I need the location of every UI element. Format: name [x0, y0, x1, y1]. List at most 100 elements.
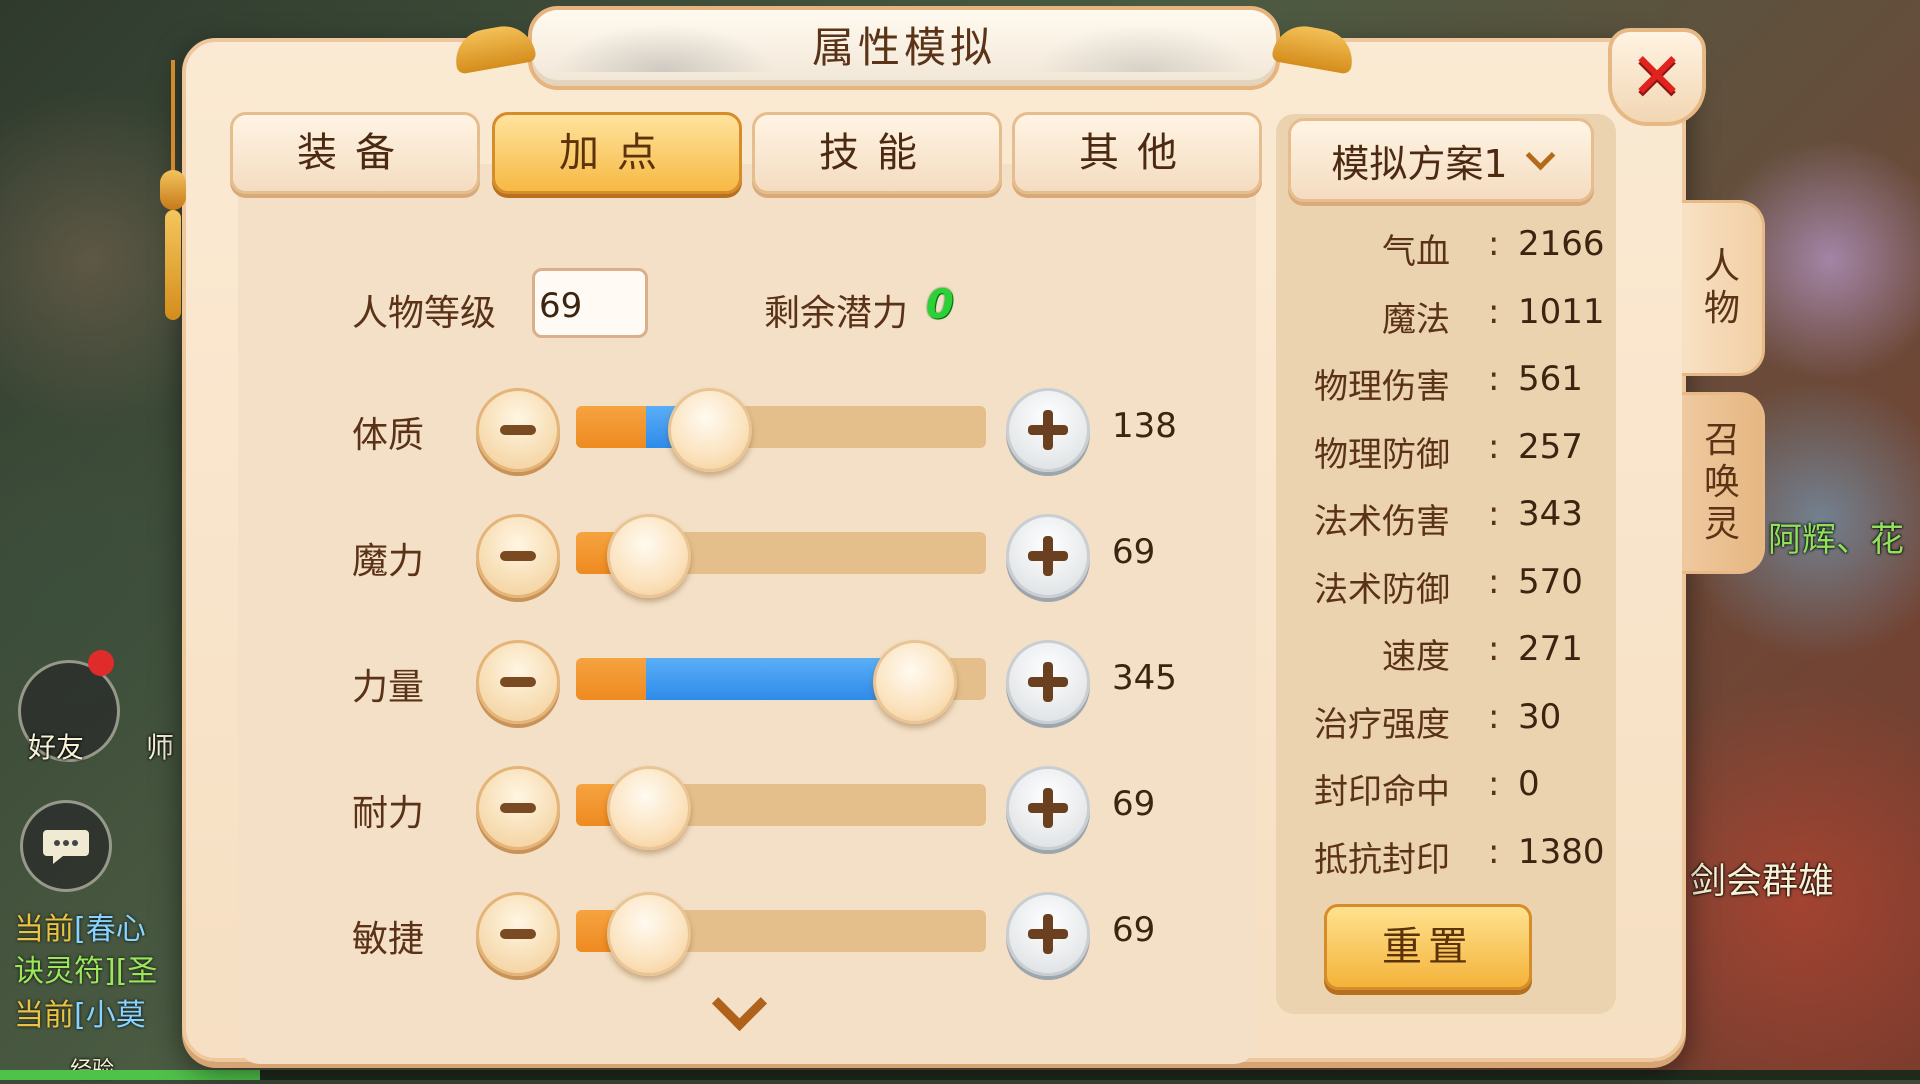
increase-button[interactable] — [1006, 892, 1090, 976]
increase-button[interactable] — [1006, 640, 1090, 724]
slider-handle[interactable] — [607, 514, 691, 598]
attribute-slider[interactable] — [576, 766, 986, 850]
stat-name: 气血 — [1382, 232, 1450, 272]
stat-name: 速度 — [1382, 637, 1450, 677]
stat-row: 物理伤害:561 — [1300, 359, 1600, 409]
decrease-button[interactable] — [476, 766, 560, 850]
stat-name: 物理伤害 — [1314, 367, 1450, 407]
stat-value: 30 — [1518, 696, 1562, 737]
stat-row: 魔法:1011 — [1300, 291, 1605, 342]
tab-equipment[interactable]: 装备 — [230, 112, 480, 194]
close-button[interactable]: ✕ — [1608, 28, 1706, 126]
close-icon[interactable]: ✕ — [1630, 45, 1684, 109]
attribute-value: 345 — [1112, 658, 1177, 698]
chat-message: [小莫 — [74, 998, 146, 1033]
reset-button[interactable]: 重置 — [1324, 904, 1532, 990]
attribute-slider[interactable] — [576, 388, 986, 472]
stat-separator: : — [1488, 831, 1500, 872]
side-tab-label: 召唤灵 — [1703, 420, 1740, 545]
stat-separator: : — [1488, 359, 1500, 399]
exp-bar-fill — [0, 1070, 260, 1080]
minus-icon — [500, 929, 536, 939]
attribute-row: 敏捷 69 — [0, 892, 1155, 976]
attribute-name: 魔力 — [352, 541, 425, 582]
title-decoration — [554, 24, 774, 72]
attribute-row: 体质 138 — [0, 388, 1177, 472]
attribute-value: 69 — [1112, 532, 1156, 572]
plan-dropdown[interactable]: 模拟方案1 — [1288, 118, 1594, 202]
stat-value: 1380 — [1518, 831, 1605, 872]
stat-row: 抵抗封印:1380 — [1300, 831, 1605, 882]
plus-icon — [1028, 536, 1068, 576]
attribute-slider[interactable] — [576, 892, 986, 976]
stat-value: 257 — [1518, 426, 1583, 467]
stat-separator: : — [1488, 696, 1500, 737]
stat-row: 速度:271 — [1300, 629, 1600, 679]
decrease-button[interactable] — [476, 388, 560, 472]
stat-value: 0 — [1518, 764, 1540, 804]
plus-icon — [1028, 788, 1068, 828]
character-level-label: 人物等级 — [352, 293, 497, 334]
stat-value: 271 — [1518, 629, 1583, 669]
stat-name: 物理防御 — [1314, 434, 1450, 475]
stat-row: 法术防御:570 — [1300, 562, 1600, 612]
minus-icon — [500, 677, 536, 687]
attribute-row: 魔力 69 — [0, 514, 1155, 598]
master-label[interactable]: 师 — [146, 726, 174, 766]
character-level-input[interactable]: 69 — [532, 268, 648, 338]
attribute-name: 体质 — [352, 415, 425, 456]
minus-icon — [500, 425, 536, 435]
friends-label[interactable]: 好友 — [28, 726, 84, 766]
attribute-name: 力量 — [352, 667, 425, 708]
slider-base-fill — [576, 406, 646, 448]
increase-button[interactable] — [1006, 514, 1090, 598]
attribute-slider[interactable] — [576, 514, 986, 598]
world-text: 阿辉、花 — [1768, 520, 1904, 560]
slider-handle[interactable] — [607, 766, 691, 850]
stat-name: 封印命中 — [1314, 772, 1450, 812]
remaining-points-label: 剩余潜力 — [764, 293, 909, 334]
stat-value: 561 — [1518, 359, 1583, 399]
stat-row: 封印命中:0 — [1300, 764, 1600, 814]
slider-handle[interactable] — [668, 388, 752, 472]
decrease-button[interactable] — [476, 892, 560, 976]
dialog-title-banner: 属性模拟 — [528, 6, 1280, 90]
side-tab-character[interactable]: 人物 — [1682, 200, 1765, 376]
world-text: 剑会群雄 — [1690, 861, 1835, 902]
stat-row: 治疗强度:30 — [1300, 697, 1600, 747]
tassel-decoration — [160, 60, 186, 320]
attribute-row: 力量 345 — [0, 640, 1177, 724]
minus-icon — [500, 551, 536, 561]
decrease-button[interactable] — [476, 514, 560, 598]
side-tab-summon[interactable]: 召唤灵 — [1682, 392, 1765, 574]
side-tab-label: 人物 — [1703, 246, 1740, 329]
plan-dropdown-label: 模拟方案1 — [1331, 141, 1508, 186]
stat-name: 魔法 — [1382, 299, 1450, 340]
stat-name: 治疗强度 — [1314, 704, 1450, 745]
stat-row: 法术伤害:343 — [1300, 494, 1600, 544]
tab-skills[interactable]: 技能 — [752, 112, 1002, 194]
decrease-button[interactable] — [476, 640, 560, 724]
stat-separator: : — [1488, 291, 1500, 332]
title-decoration — [1034, 24, 1254, 72]
tab-other[interactable]: 其他 — [1012, 112, 1262, 194]
tab-add-points[interactable]: 加点 — [492, 112, 742, 194]
chevron-down-icon — [1525, 140, 1555, 170]
stat-separator: : — [1488, 224, 1500, 264]
attribute-name: 耐力 — [352, 793, 425, 834]
attribute-row: 耐力 69 — [0, 766, 1155, 850]
slider-handle[interactable] — [873, 640, 957, 724]
attribute-slider[interactable] — [576, 640, 986, 724]
plus-icon — [1028, 914, 1068, 954]
dialog-title: 属性模拟 — [811, 23, 996, 72]
attribute-value: 138 — [1112, 406, 1177, 446]
slider-handle[interactable] — [607, 892, 691, 976]
stat-separator: : — [1488, 426, 1500, 467]
remaining-points-value: 0 — [926, 282, 954, 328]
increase-button[interactable] — [1006, 388, 1090, 472]
increase-button[interactable] — [1006, 766, 1090, 850]
stat-separator: : — [1488, 764, 1500, 804]
attribute-value: 69 — [1112, 910, 1156, 950]
stat-separator: : — [1488, 494, 1500, 534]
stat-name: 法术防御 — [1314, 569, 1450, 610]
